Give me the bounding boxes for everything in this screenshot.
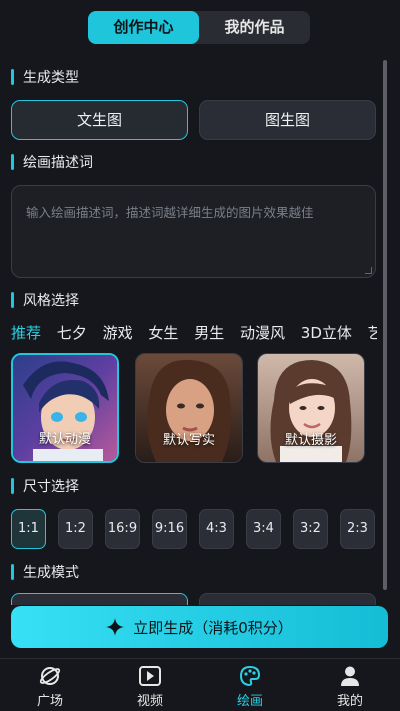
size-option-9-16[interactable]: 9:16 bbox=[152, 509, 187, 549]
type-text-to-image-button[interactable]: 文生图 bbox=[11, 100, 188, 140]
section-marker bbox=[11, 292, 14, 308]
size-option-2-3[interactable]: 2:3 bbox=[340, 509, 375, 549]
style-card-label-anime: 默认动漫 bbox=[38, 432, 91, 447]
mode-option-second[interactable] bbox=[199, 593, 376, 605]
style-tab-recommend[interactable]: 推荐 bbox=[11, 322, 41, 343]
prompt-textarea[interactable]: 输入绘画描述词，描述词越详细生成的图片效果越佳 bbox=[11, 185, 376, 278]
section-title-style: 风格选择 bbox=[11, 290, 79, 310]
section-marker bbox=[11, 69, 14, 85]
style-tab-art[interactable]: 艺术 bbox=[368, 322, 377, 343]
nav-label-video: 视频 bbox=[136, 694, 163, 709]
style-card-anime[interactable]: 默认动漫 bbox=[11, 353, 119, 463]
mode-option-first[interactable] bbox=[11, 593, 188, 605]
section-marker bbox=[11, 478, 14, 494]
size-option-3-2[interactable]: 3:2 bbox=[293, 509, 328, 549]
nav-label-mine: 我的 bbox=[336, 694, 363, 709]
section-marker bbox=[11, 564, 14, 580]
section-title-type: 生成类型 bbox=[11, 67, 79, 87]
nav-item-mine[interactable]: 我的 bbox=[300, 659, 400, 711]
planet-icon bbox=[39, 665, 61, 687]
nav-item-painting[interactable]: 绘画 bbox=[200, 659, 300, 711]
section-label-prompt: 绘画描述词 bbox=[23, 155, 93, 171]
tab-create-center[interactable]: 创作中心 bbox=[88, 11, 199, 44]
size-option-4-3[interactable]: 4:3 bbox=[199, 509, 234, 549]
style-card-label-realistic: 默认写实 bbox=[162, 433, 215, 448]
style-card-photography[interactable]: 默认摄影 bbox=[257, 353, 365, 463]
size-option-3-4[interactable]: 3:4 bbox=[246, 509, 281, 549]
style-card-realistic[interactable]: 默认写实 bbox=[135, 353, 243, 463]
section-label-mode: 生成模式 bbox=[23, 565, 79, 581]
user-icon bbox=[339, 665, 361, 687]
section-marker bbox=[11, 154, 14, 170]
style-tab-female[interactable]: 女生 bbox=[148, 322, 178, 343]
section-label-size: 尺寸选择 bbox=[23, 479, 79, 495]
bottom-nav: 广场 视频 绘画 我的 bbox=[0, 658, 400, 711]
size-option-16-9[interactable]: 16:9 bbox=[105, 509, 140, 549]
resize-grip-icon[interactable] bbox=[365, 267, 372, 274]
nav-item-video[interactable]: 视频 bbox=[100, 659, 200, 711]
style-tab-3d[interactable]: 3D立体 bbox=[301, 322, 352, 343]
section-title-size: 尺寸选择 bbox=[11, 476, 79, 496]
prompt-placeholder: 输入绘画描述词，描述词越详细生成的图片效果越佳 bbox=[26, 205, 314, 220]
style-tab-qixi[interactable]: 七夕 bbox=[57, 322, 87, 343]
section-title-mode: 生成模式 bbox=[11, 562, 79, 582]
style-tab-anime[interactable]: 动漫风 bbox=[240, 322, 285, 343]
style-tab-male[interactable]: 男生 bbox=[194, 322, 224, 343]
size-option-1-2[interactable]: 1:2 bbox=[58, 509, 93, 549]
style-tab-game[interactable]: 游戏 bbox=[103, 322, 133, 343]
top-tab-switcher: 创作中心 我的作品 bbox=[88, 11, 310, 44]
generate-button-label: 立即生成（消耗0积分） bbox=[133, 618, 293, 637]
style-card-label-photography: 默认摄影 bbox=[284, 433, 337, 448]
video-play-icon bbox=[139, 665, 161, 687]
scrollbar[interactable] bbox=[383, 60, 387, 590]
nav-label-painting: 绘画 bbox=[236, 694, 263, 709]
size-option-1-1[interactable]: 1:1 bbox=[11, 509, 46, 549]
section-label-type: 生成类型 bbox=[23, 70, 79, 86]
sparkle-icon bbox=[106, 618, 125, 636]
nav-label-plaza: 广场 bbox=[36, 694, 63, 709]
palette-icon bbox=[239, 665, 261, 687]
type-image-to-image-button[interactable]: 图生图 bbox=[199, 100, 376, 140]
section-title-prompt: 绘画描述词 bbox=[11, 152, 93, 172]
section-label-style: 风格选择 bbox=[23, 293, 79, 309]
tab-my-works[interactable]: 我的作品 bbox=[199, 11, 310, 44]
nav-item-plaza[interactable]: 广场 bbox=[0, 659, 100, 711]
style-category-tabs: 推荐 七夕 游戏 女生 男生 动漫风 3D立体 艺术 bbox=[11, 322, 377, 344]
generate-button[interactable]: 立即生成（消耗0积分） bbox=[11, 606, 388, 648]
